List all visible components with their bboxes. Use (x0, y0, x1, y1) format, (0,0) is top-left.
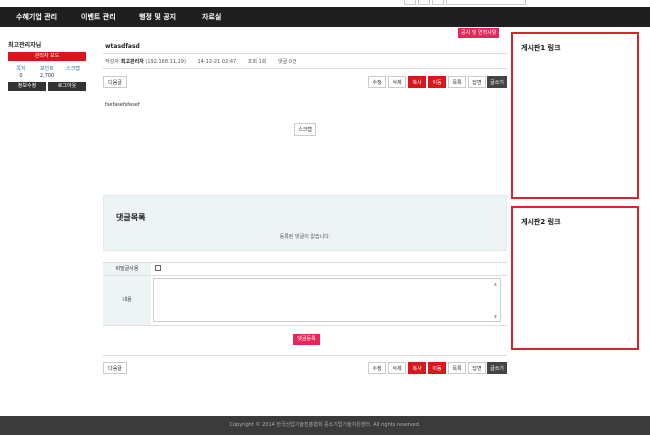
edit-button-bottom[interactable]: 수정 (368, 362, 386, 374)
next-post-button[interactable]: 다음글 (103, 76, 127, 88)
top-strip (0, 0, 650, 7)
board1-link-title: 게시판1 링크 (521, 44, 561, 52)
board1-link-box[interactable]: 게시판1 링크 (511, 32, 639, 199)
stat-point-label: 포인트 (40, 66, 54, 72)
list-button-bottom[interactable]: 목록 (448, 362, 466, 374)
stat-point[interactable]: 포인트 2,700 (34, 65, 60, 79)
secret-label: 비밀글사용 (103, 263, 151, 275)
post-date: 14-12-21 02:47 (197, 59, 237, 65)
pagination-prev-button[interactable] (404, 0, 416, 5)
write-button-bottom[interactable]: 글쓰기 (487, 362, 507, 374)
move-button[interactable]: 이동 (428, 76, 446, 88)
scrap-button[interactable]: 스크랩 (294, 123, 316, 136)
nav-item-notices[interactable]: 행정 및 공지 (139, 7, 176, 27)
board2-link-title: 게시판2 링크 (521, 218, 561, 226)
divider (103, 355, 507, 356)
notice-history-button[interactable]: 공지 및 연혁사항 (458, 28, 500, 38)
stat-point-value: 2,700 (39, 73, 55, 79)
stat-memo-value: 0 (19, 73, 23, 79)
delete-button[interactable]: 삭제 (388, 76, 406, 88)
user-buttons: 정보수정 로그아웃 (8, 82, 86, 91)
secret-checkbox[interactable] (155, 265, 161, 271)
nav-item-archive[interactable]: 자료실 (202, 7, 221, 27)
board2-link-box[interactable]: 게시판2 링크 (511, 206, 639, 350)
comment-empty-message: 등록된 댓글이 없습니다. (279, 234, 331, 240)
divider (103, 325, 507, 326)
write-button[interactable]: 글쓰기 (487, 76, 507, 88)
reply-button-bottom[interactable]: 답변 (468, 362, 486, 374)
stat-scrap[interactable]: 스크랩 (60, 65, 86, 79)
scroll-down-icon[interactable]: ▼ (494, 314, 497, 319)
logout-button[interactable]: 로그아웃 (48, 82, 86, 91)
edit-button[interactable]: 수정 (368, 76, 386, 88)
top-search-input[interactable] (446, 0, 526, 5)
main-nav: 수혜기업 관리 이벤트 관리 행정 및 공지 자료실 (0, 7, 650, 27)
user-name: 최고관리자님 (8, 42, 42, 49)
nav-item-companies[interactable]: 수혜기업 관리 (16, 7, 57, 27)
edit-profile-button[interactable]: 정보수정 (8, 82, 46, 91)
post-comment-count: 댓글 0건 (277, 59, 297, 65)
divider (103, 68, 507, 69)
copy-button[interactable]: 복사 (408, 76, 426, 88)
pagination-page-button[interactable] (418, 0, 430, 5)
post-meta: 작성자 최고관리자 (192.168.11.29) 14-12-21 02:47 … (105, 58, 307, 65)
move-button-bottom[interactable]: 이동 (428, 362, 446, 374)
divider (103, 275, 507, 276)
divider (103, 262, 507, 263)
content-label: 내용 (103, 276, 151, 325)
comment-textarea[interactable]: ▲ ▼ (153, 278, 501, 322)
delete-button-bottom[interactable]: 삭제 (388, 362, 406, 374)
footer: Copyright © 2014 한국산업기술진흥협회 중소기업기술지원센터. … (0, 416, 650, 435)
scroll-up-icon[interactable]: ▲ (494, 281, 497, 286)
reply-button[interactable]: 답변 (468, 76, 486, 88)
next-post-button-bottom[interactable]: 다음글 (103, 362, 127, 374)
post-title: wtasdfasd (105, 43, 140, 50)
author-name[interactable]: 최고관리자 (121, 59, 144, 65)
post-views: 조회 1회 (247, 59, 267, 65)
pagination-next-button[interactable] (432, 0, 444, 5)
comment-list-title: 댓글목록 (116, 213, 146, 222)
divider (103, 53, 507, 54)
author-label: 작성자 (105, 59, 119, 65)
stat-memo-label: 쪽지 (16, 66, 26, 72)
post-body: fsefasefsfesef (105, 102, 140, 108)
list-button[interactable]: 목록 (448, 76, 466, 88)
footer-copyright: Copyright © 2014 한국산업기술진흥협회 중소기업기술지원센터. … (229, 422, 421, 428)
stat-memo[interactable]: 쪽지 0 (8, 65, 34, 79)
author-ip: (192.168.11.29) (145, 59, 186, 65)
comment-submit-button[interactable]: 댓글등록 (293, 334, 320, 345)
user-stats: 쪽지 0 포인트 2,700 스크랩 (8, 65, 86, 79)
post-author: 작성자 최고관리자 (192.168.11.29) (105, 59, 186, 65)
copy-button-bottom[interactable]: 복사 (408, 362, 426, 374)
stat-scrap-label: 스크랩 (66, 66, 80, 72)
nav-item-events[interactable]: 이벤트 관리 (81, 7, 116, 27)
user-panel: 최고관리자님 관리자 모드 쪽지 0 포인트 2,700 스크랩 정보수정 로그… (8, 40, 86, 91)
admin-mode-button[interactable]: 관리자 모드 (8, 52, 86, 61)
comment-list: 댓글목록 등록된 댓글이 없습니다. (103, 195, 507, 251)
